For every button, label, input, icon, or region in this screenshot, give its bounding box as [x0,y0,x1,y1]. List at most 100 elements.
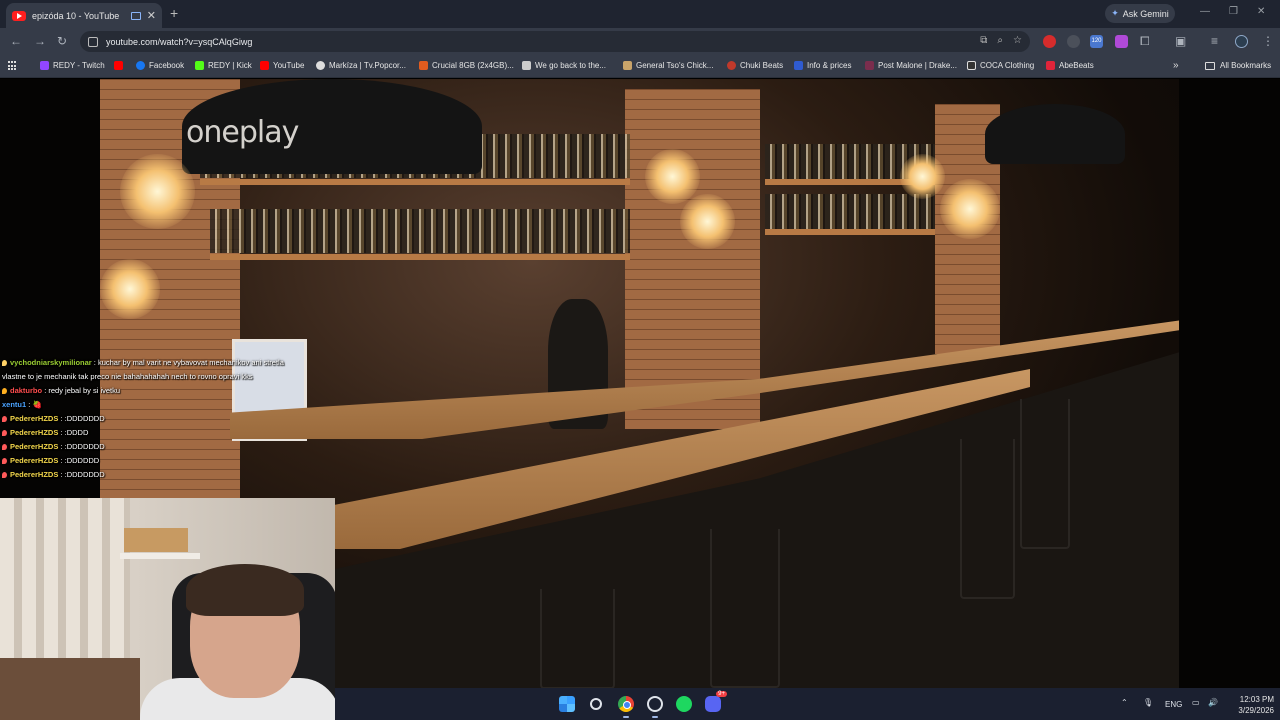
chat-text: : kuchar by mal varit ne vybavovat mecha… [93,358,284,367]
chat-message: vlastne to je mechanik tak preco nie bah… [2,370,302,384]
reading-list-icon[interactable]: ≡ [1211,34,1218,48]
forward-icon[interactable]: → [34,34,46,48]
twitch-icon [40,61,49,70]
folder-icon [1205,61,1215,70]
oneplay-watermark: oneplay [186,115,299,150]
active-indicator [652,716,658,718]
lamp-hood [985,104,1125,164]
chrome-icon[interactable] [618,696,634,712]
minimize-icon[interactable]: — [1200,6,1210,17]
chat-overlay: vychodniarskymilionar : kuchar by mal va… [2,356,302,482]
bookmark-item[interactable]: REDY - Twitch [40,61,105,70]
side-panel-icon[interactable]: ▣ [1175,34,1186,48]
bookmark-item[interactable]: We go back to the... [522,61,606,70]
bookmark-label: REDY | Kick [208,61,252,70]
bookmark-star-icon[interactable]: ☆ [1013,35,1022,46]
tray-overflow-icon[interactable]: ⌃ [1121,698,1128,707]
chat-message: PedererHZDS : :DDDD [2,426,302,440]
url-text: youtube.com/watch?v=ysqCAlqGiwg [106,36,253,47]
extension-icon[interactable] [1115,35,1128,48]
crucial-icon [419,61,428,70]
back-icon[interactable]: ← [10,34,22,48]
apps-grid-icon[interactable] [8,61,18,71]
bookmark-label: Chuki Beats [740,61,784,70]
profile-avatar[interactable] [1235,35,1248,48]
chat-username: xentu1 [2,400,27,409]
microphone-icon[interactable]: 🎙 [1143,698,1153,707]
bookmark-item[interactable]: YouTube [260,61,304,70]
post-malone-icon [865,61,874,70]
more-bookmarks-icon[interactable]: » [1173,60,1179,71]
shelf [765,229,935,235]
chuki-beats-icon [727,61,736,70]
bookmark-item[interactable]: Crucial 8GB (2x4GB)... [419,61,514,70]
close-window-icon[interactable]: ✕ [1257,6,1265,17]
light-bulb [940,179,1000,239]
bookmark-label: Markíza | Tv.Popcor... [329,61,406,70]
discord-icon[interactable]: 9+ [705,691,727,712]
chat-message: PedererHZDS : :DDDDDDD [2,440,302,454]
bookmark-item[interactable]: General Tso's Chick... [623,61,713,70]
all-bookmarks-button[interactable]: All Bookmarks [1205,61,1271,70]
menu-icon[interactable]: ⋮ [1262,34,1274,48]
bookmark-item[interactable]: AbeBeats [1046,61,1094,70]
chat-username: PedererHZDS [10,428,59,437]
markiza-icon [316,61,325,70]
light-bulb [120,154,195,229]
bookmark-item[interactable]: REDY | Kick [195,61,252,70]
clock[interactable]: 12:03 PM 3/29/2026 [1230,694,1274,716]
extensions-puzzle-icon[interactable]: ⧠ [1140,34,1150,49]
bar-stool [960,439,1015,599]
language-indicator[interactable]: ENG [1165,700,1182,709]
badge-icon [2,360,7,367]
bookmark-item[interactable]: Facebook [136,61,184,70]
extension-icon[interactable] [1067,35,1080,48]
ask-gemini-button[interactable]: ✦ Ask Gemini [1105,4,1175,23]
badge-icon [2,444,7,451]
bar-stool [1020,399,1070,549]
extension-badge-icon[interactable]: 120 [1090,35,1103,48]
youtube-icon [12,10,26,21]
chat-message: PedererHZDS : :DDDDDDD [2,412,302,426]
chat-text: vlastne to je mechanik tak preco nie bah… [2,372,253,381]
maximize-icon[interactable]: ❐ [1229,6,1238,17]
browser-tab[interactable]: epizóda 10 - YouTube ✕ [6,3,162,28]
zoom-icon[interactable]: ⌕ [997,35,1003,46]
bookmark-item[interactable]: Chuki Beats [727,61,783,70]
bar-stool [540,589,615,688]
search-icon[interactable] [590,698,602,710]
install-app-icon[interactable]: ⧉ [980,35,987,46]
chat-text: : 🍓 [28,400,42,409]
screen: epizóda 10 - YouTube ✕ + ✦ Ask Gemini — … [0,0,1280,720]
bookmark-item[interactable]: COCA Clothing [967,61,1034,70]
clock-time: 12:03 PM [1239,695,1274,704]
bookmark-item[interactable] [114,61,127,70]
reload-icon[interactable]: ↻ [57,34,67,48]
abebeats-icon [1046,61,1055,70]
bookmark-item[interactable]: Post Malone | Drake... [865,61,957,70]
chat-message: vychodniarskymilionar : kuchar by mal va… [2,356,302,370]
chat-username: PedererHZDS [10,414,59,423]
close-tab-icon[interactable]: ✕ [147,9,156,22]
coca-clothing-icon [967,61,976,70]
cast-icon [130,11,141,20]
chat-username: dakturbo [10,386,43,395]
windows-start-icon[interactable] [559,696,575,712]
tab-strip: epizóda 10 - YouTube ✕ + ✦ Ask Gemini — … [0,0,1280,28]
address-bar[interactable]: youtube.com/watch?v=ysqCAlqGiwg ⧉ ⌕ ☆ [80,31,1030,52]
active-indicator [623,716,629,718]
bar-stool [710,529,780,688]
bookmark-item[interactable]: Info & prices [794,61,851,70]
bookmark-item[interactable]: Markíza | Tv.Popcor... [316,61,406,70]
extension-icon[interactable] [1043,35,1056,48]
chat-text: : :DDDDDDD [60,442,105,451]
volume-icon[interactable]: 🔊 [1208,698,1218,707]
site-info-icon[interactable] [88,36,98,47]
spotify-icon[interactable] [676,696,692,712]
bookmark-label: We go back to the... [535,61,607,70]
network-icon[interactable]: ▭ [1192,698,1200,707]
chat-message: dakturbo : redy jebal by si ivetku [2,384,302,398]
obs-icon[interactable] [647,696,663,712]
desk [0,658,140,720]
new-tab-button[interactable]: + [170,5,178,21]
